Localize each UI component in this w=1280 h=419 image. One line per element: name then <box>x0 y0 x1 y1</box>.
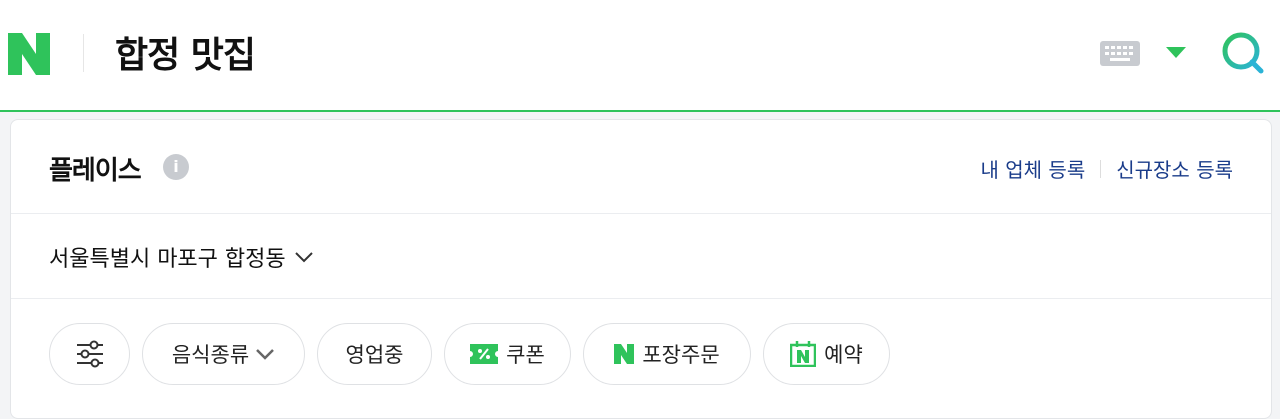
naver-n-icon <box>614 344 635 364</box>
chevron-down-icon <box>256 349 275 360</box>
booking-label: 예약 <box>824 343 863 367</box>
booking-calendar-icon <box>790 341 817 367</box>
keyboard-icon[interactable] <box>1100 41 1140 66</box>
search-header: 합정 맛집 <box>0 0 1280 112</box>
chevron-down-icon <box>294 252 313 263</box>
divider <box>11 298 1271 299</box>
open-now-filter[interactable]: 영업중 <box>317 323 432 385</box>
food-type-filter[interactable]: 음식종류 <box>142 323 305 385</box>
filter-chips: 음식종류 영업중 쿠폰 포장주문 예약 <box>49 323 902 385</box>
register-my-business-link[interactable]: 내 업체 등록 <box>981 154 1086 183</box>
booking-filter[interactable]: 예약 <box>763 323 890 385</box>
header-divider <box>83 34 84 72</box>
divider <box>11 213 1271 214</box>
coupon-icon <box>470 344 499 364</box>
takeout-order-filter[interactable]: 포장주문 <box>583 323 751 385</box>
coupon-label: 쿠폰 <box>506 343 545 367</box>
food-type-label: 음식종류 <box>171 343 250 367</box>
coupon-filter[interactable]: 쿠폰 <box>444 323 571 385</box>
link-separator <box>1100 159 1102 178</box>
filter-sliders-icon <box>76 340 103 368</box>
search-options-dropdown[interactable] <box>1166 47 1186 58</box>
location-text: 서울특별시 마포구 합정동 <box>49 247 286 272</box>
place-links: 내 업체 등록 신규장소 등록 <box>981 154 1233 183</box>
takeout-order-label: 포장주문 <box>642 343 720 367</box>
filter-settings-button[interactable] <box>49 323 130 385</box>
search-icon[interactable] <box>1220 30 1268 78</box>
search-query-text[interactable]: 합정 맛집 <box>115 26 256 78</box>
register-new-place-link[interactable]: 신규장소 등록 <box>1116 154 1233 183</box>
info-icon[interactable]: i <box>163 154 189 180</box>
place-panel: 플레이스 i 내 업체 등록 신규장소 등록 서울특별시 마포구 합정동 음식종… <box>10 119 1272 419</box>
location-selector[interactable]: 서울특별시 마포구 합정동 <box>49 241 314 273</box>
open-now-label: 영업중 <box>345 343 404 367</box>
place-title: 플레이스 <box>49 156 142 186</box>
naver-logo-icon[interactable] <box>8 33 50 75</box>
